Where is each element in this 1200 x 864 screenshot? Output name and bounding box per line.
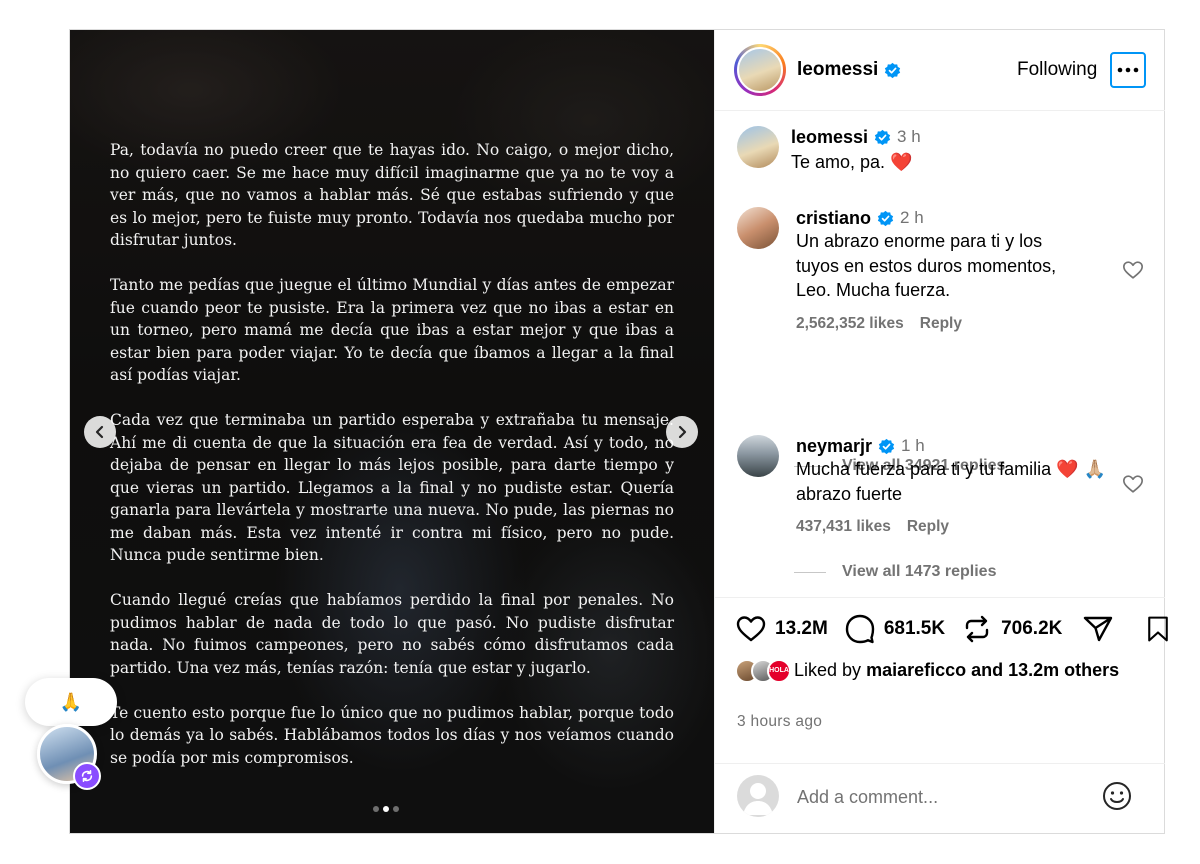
letter-paragraph: Cuando llegué creías que habíamos perdid… [110, 591, 674, 677]
carousel-prev-button[interactable] [84, 416, 116, 448]
following-button[interactable]: Following [1017, 59, 1097, 81]
comment-meta: 437,431 likes Reply [796, 518, 1106, 536]
comment-username[interactable]: neymarjr [796, 435, 872, 457]
liked-by-prefix: Liked by [794, 660, 867, 680]
avatar[interactable] [737, 207, 779, 249]
verified-badge-icon [878, 438, 895, 454]
chevron-left-icon [95, 425, 104, 439]
liked-by-summary: ¡HOLA! Liked by maiareficco and 13.2m ot… [735, 658, 1145, 684]
replies-divider [794, 571, 826, 573]
comments-list[interactable]: leomessi 3 h Te amo, pa. ❤️ cristiano 2 … [715, 112, 1165, 598]
carousel-next-button[interactable] [666, 416, 698, 448]
author-username-text[interactable]: leomessi [797, 59, 878, 81]
carousel-dot [393, 806, 399, 812]
letter-paragraph: Tanto me pedías que juegue el último Mun… [110, 276, 674, 384]
comment-head: leomessi 3 h [791, 126, 1091, 148]
pray-emoji: 🙏 [59, 691, 83, 712]
comment-head: cristiano 2 h [796, 207, 1106, 229]
heart-icon[interactable] [735, 613, 767, 645]
comment-bubble-icon[interactable] [844, 613, 876, 645]
reply-button[interactable]: Reply [907, 518, 949, 536]
author-avatar[interactable] [734, 44, 786, 96]
add-comment-bar [715, 763, 1165, 833]
reaction-bubble[interactable]: 🙏 [25, 678, 117, 726]
comment-action[interactable]: 681.5K [844, 613, 945, 645]
comment-likes[interactable]: 2,562,352 likes [796, 315, 904, 333]
like-count[interactable]: 13.2M [775, 618, 828, 640]
more-options-button[interactable] [1110, 52, 1146, 88]
user-placeholder-icon [743, 783, 773, 815]
letter-paragraph: Cada vez que terminaba un partido espera… [110, 411, 674, 564]
current-user-avatar [737, 775, 779, 817]
view-replies-button[interactable]: View all 1473 replies [794, 563, 996, 581]
verified-badge-icon [884, 62, 901, 79]
liked-by-avatars[interactable]: ¡HOLA! [735, 659, 791, 684]
comment-username[interactable]: cristiano [796, 207, 871, 229]
divider [715, 597, 1165, 598]
more-dots-icon [1117, 67, 1139, 73]
comment-meta: 2,562,352 likes Reply [796, 315, 1106, 333]
instagram-post: Pa, todavía no puedo creer que te hayas … [69, 29, 1169, 834]
sync-badge-icon[interactable] [73, 762, 101, 790]
comment-body: leomessi 3 h Te amo, pa. ❤️ [791, 126, 1091, 175]
comment-body: neymarjr 1 h Mucha fuerza para ti y tu f… [796, 435, 1106, 536]
repost-icon[interactable] [961, 613, 993, 645]
view-replies-label[interactable]: View all 1473 replies [842, 563, 996, 581]
send-icon[interactable] [1082, 613, 1114, 645]
verified-badge-icon [877, 210, 894, 226]
share-button[interactable] [1082, 613, 1114, 645]
comment-text: Un abrazo enorme para ti y los tuyos en … [796, 231, 1057, 300]
comment-body: cristiano 2 h Un abrazo enorme para ti y… [796, 207, 1106, 333]
avatar[interactable] [737, 126, 779, 168]
comment-input[interactable] [797, 785, 1087, 809]
comment-time[interactable]: 3 h [897, 126, 921, 148]
like-action[interactable]: 13.2M [735, 613, 828, 645]
comment-time[interactable]: 2 h [900, 207, 924, 229]
post-timestamp[interactable]: 3 hours ago [737, 713, 822, 731]
liked-by-user[interactable]: maiareficco [866, 660, 966, 680]
post-media[interactable]: Pa, todavía no puedo creer que te hayas … [70, 30, 714, 833]
avatar[interactable] [737, 435, 779, 477]
comment-text: Mucha fuerza para ti y tu familia ❤️ 🙏🏼 … [796, 459, 1106, 504]
refresh-icon [81, 769, 93, 783]
emoji-icon[interactable] [1101, 780, 1133, 812]
post-side-panel: leomessi Following leomessi 3 h Te amo, … [714, 30, 1169, 833]
post-actions: 13.2M 681.5K 706.2K [735, 612, 1169, 646]
carousel-dot [373, 806, 379, 812]
heart-icon[interactable] [1122, 259, 1144, 281]
author-username[interactable]: leomessi [797, 59, 901, 81]
letter-paragraph: Te cuento esto porque fue lo único que n… [110, 703, 674, 767]
comment-username[interactable]: leomessi [791, 126, 868, 148]
comment-text: Te amo, pa. ❤️ [791, 152, 913, 172]
heart-icon[interactable] [1122, 473, 1144, 495]
carousel-dot-active [383, 806, 389, 812]
save-button[interactable] [1144, 615, 1172, 643]
chevron-right-icon [678, 425, 687, 439]
letter-paragraph: Pa, todavía no puedo creer que te hayas … [110, 141, 674, 249]
post-header: leomessi Following [715, 30, 1165, 111]
repost-count[interactable]: 706.2K [1001, 618, 1062, 640]
hola-avatar[interactable]: ¡HOLA! [767, 659, 791, 684]
liked-by-suffix[interactable]: and 13.2m others [966, 660, 1119, 680]
comment-likes[interactable]: 437,431 likes [796, 518, 891, 536]
comment-time[interactable]: 1 h [901, 435, 925, 457]
letter-text: Pa, todavía no puedo creer que te hayas … [110, 139, 674, 792]
carousel-dots [373, 806, 399, 812]
bookmark-icon[interactable] [1144, 615, 1172, 643]
comment-head: neymarjr 1 h [796, 435, 1106, 457]
reply-button[interactable]: Reply [920, 315, 962, 333]
repost-action[interactable]: 706.2K [961, 613, 1062, 645]
verified-badge-icon [874, 129, 891, 145]
comment-count[interactable]: 681.5K [884, 618, 945, 640]
